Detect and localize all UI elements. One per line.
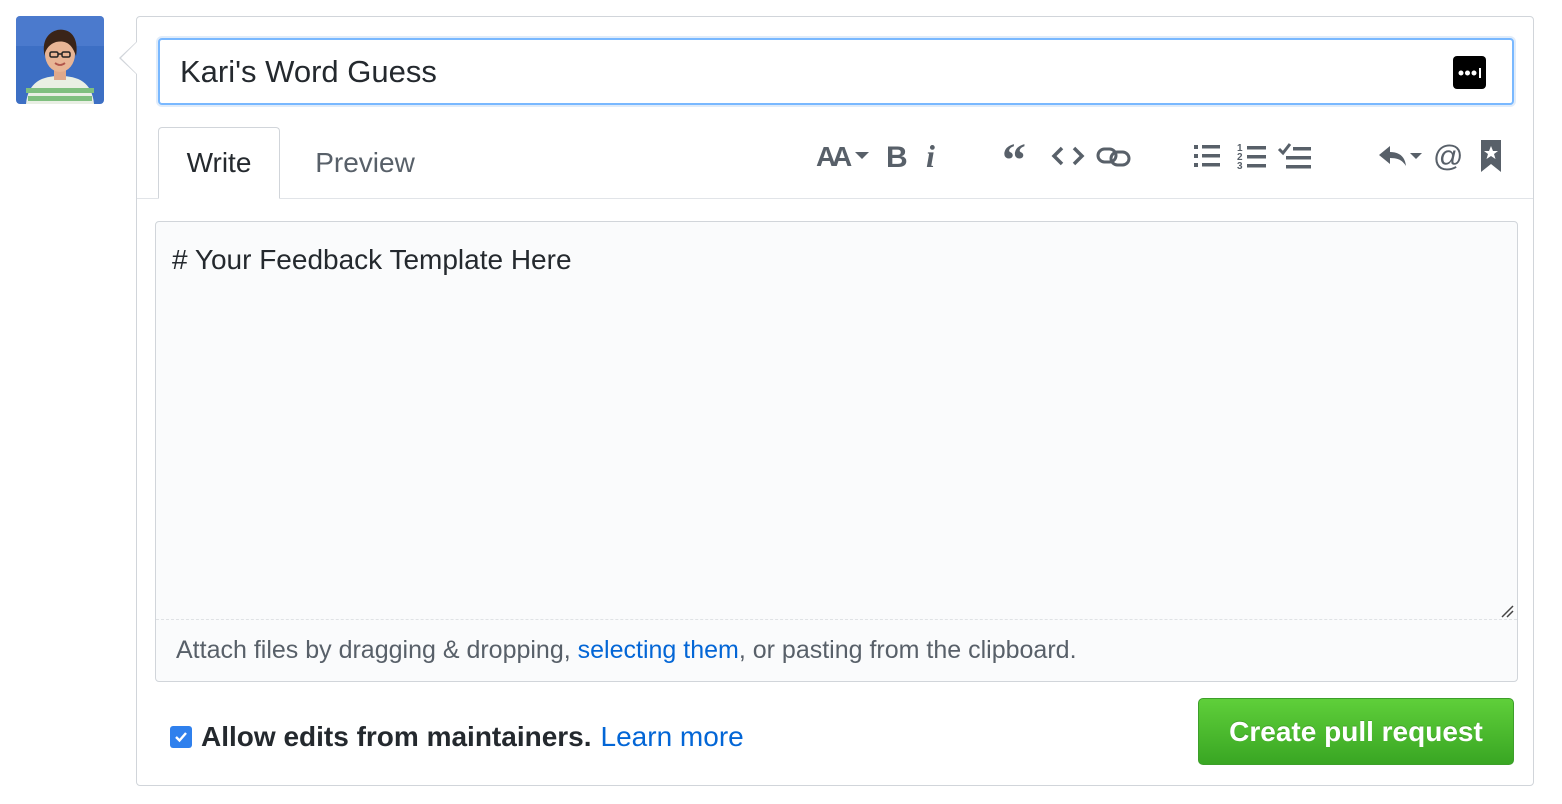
learn-more-link[interactable]: Learn more bbox=[601, 721, 744, 753]
italic-icon[interactable]: i bbox=[918, 136, 946, 176]
password-manager-icon[interactable] bbox=[1453, 56, 1486, 89]
checkmark-icon bbox=[175, 732, 187, 743]
svg-text:@: @ bbox=[1433, 140, 1463, 172]
allow-edits-row: Allow edits from maintainers. Learn more bbox=[170, 719, 744, 755]
reply-icon[interactable] bbox=[1376, 136, 1424, 176]
avatar[interactable] bbox=[16, 16, 104, 104]
selecting-them-link[interactable]: selecting them bbox=[578, 636, 739, 664]
unordered-list-icon[interactable] bbox=[1190, 136, 1224, 176]
user-portrait-icon bbox=[16, 16, 104, 104]
svg-text:3: 3 bbox=[1237, 161, 1243, 172]
title-input[interactable] bbox=[158, 38, 1514, 105]
ordered-list-icon[interactable]: 1 2 3 bbox=[1234, 136, 1270, 176]
svg-text:“: “ bbox=[1002, 140, 1026, 172]
create-pull-request-button[interactable]: Create pull request bbox=[1198, 698, 1514, 765]
bold-icon[interactable]: B bbox=[880, 136, 912, 176]
quote-icon[interactable]: “ bbox=[1000, 136, 1036, 176]
code-icon[interactable] bbox=[1050, 136, 1086, 176]
attach-text-suffix: , or pasting from the clipboard. bbox=[738, 636, 1077, 664]
panel-pointer-fill bbox=[121, 42, 137, 74]
resize-handle-icon[interactable] bbox=[1500, 604, 1514, 618]
link-icon[interactable] bbox=[1094, 136, 1134, 176]
svg-text:A: A bbox=[832, 141, 852, 172]
task-list-icon[interactable] bbox=[1276, 136, 1314, 176]
allow-edits-checkbox[interactable] bbox=[170, 726, 192, 748]
text-size-icon[interactable]: A A bbox=[814, 136, 870, 176]
comment-body-textarea[interactable]: # Your Feedback Template Here bbox=[156, 222, 1517, 620]
allow-edits-label[interactable]: Allow edits from maintainers. bbox=[201, 721, 592, 753]
tab-preview[interactable]: Preview bbox=[292, 127, 438, 199]
comment-editor: # Your Feedback Template Here Attach fil… bbox=[155, 221, 1518, 682]
mention-icon[interactable]: @ bbox=[1430, 136, 1466, 176]
svg-text:B: B bbox=[886, 141, 908, 172]
bookmark-icon[interactable] bbox=[1476, 136, 1506, 176]
svg-text:i: i bbox=[926, 140, 935, 172]
file-attach-bar[interactable]: Attach files by dragging & dropping, sel… bbox=[156, 619, 1517, 681]
tab-write[interactable]: Write bbox=[158, 127, 280, 199]
attach-text-prefix: Attach files by dragging & dropping, bbox=[176, 636, 578, 664]
